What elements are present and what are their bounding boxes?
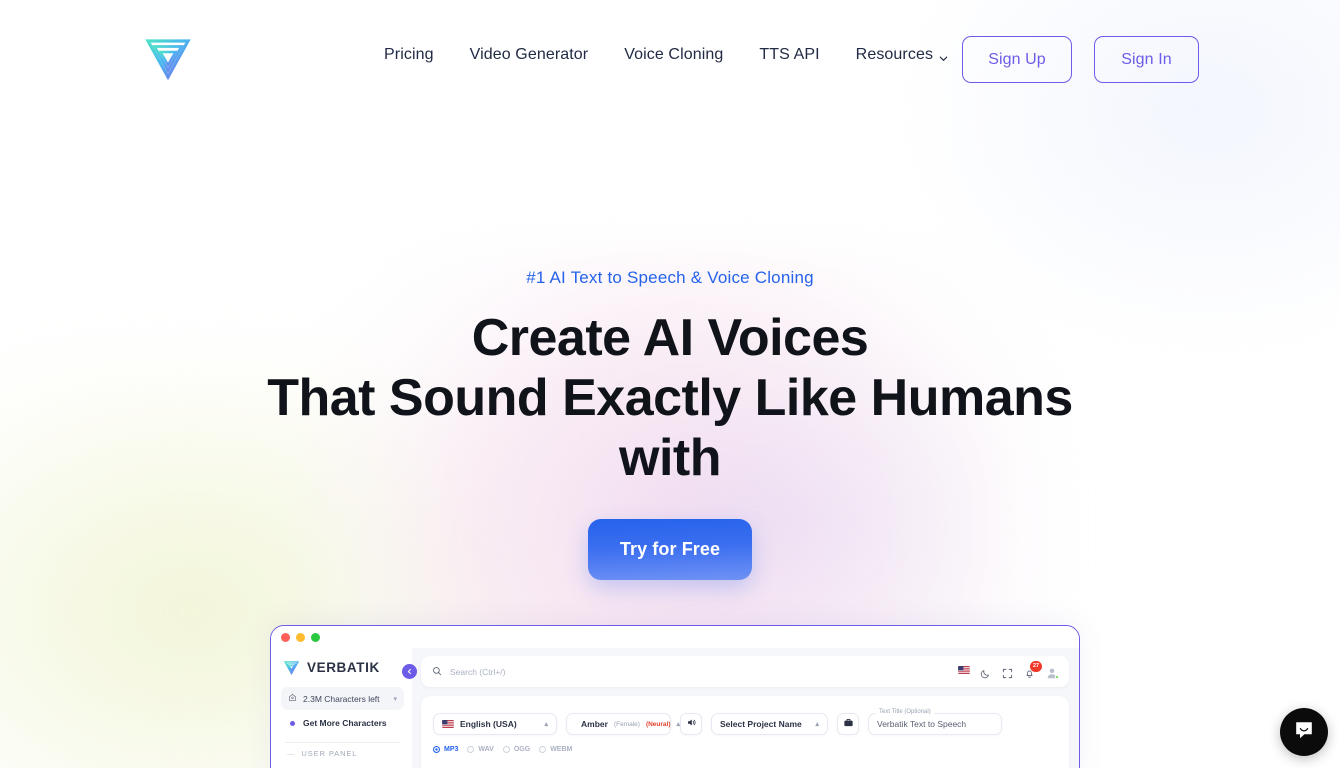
format-option-webm[interactable]: WEBM: [539, 746, 572, 753]
text-title-label: Text Title (Optional): [876, 709, 934, 715]
format-option-mp3[interactable]: MP3: [433, 746, 458, 753]
get-more-characters-label: Get More Characters: [303, 718, 387, 728]
auth-buttons: Sign Up Sign In: [962, 36, 1199, 83]
radio-icon: [433, 746, 440, 753]
nav-item-resources-label: Resources: [855, 46, 934, 63]
bullet-icon: [290, 720, 295, 726]
hero-eyebrow: #1 AI Text to Speech & Voice Cloning: [526, 268, 814, 287]
dash-icon: —: [287, 749, 296, 758]
chevron-down-icon: [938, 49, 948, 61]
tts-editor-card: English (USA) ▴ Amber (Female) (Neural) …: [421, 696, 1069, 768]
sidebar-item-get-more-characters[interactable]: Get More Characters: [281, 710, 404, 736]
project-select-value: Select Project Name: [720, 719, 802, 729]
main-nav: Pricing Video Generator Voice Cloning TT…: [384, 44, 948, 66]
verbatik-triangle-logo-icon: [142, 32, 194, 89]
nav-item-tts-api[interactable]: TTS API: [759, 44, 819, 66]
voice-name: Amber: [581, 719, 608, 729]
headline-line-3: with: [619, 429, 721, 487]
nav-item-resources[interactable]: Resources: [856, 44, 948, 66]
search-icon: [432, 663, 442, 681]
headline-line-1: Create AI Voices: [471, 309, 869, 367]
notification-badge: 27: [1030, 661, 1043, 672]
app-preview-window: VERBATIK 2.3M Characters left ▾ Get More…: [270, 625, 1080, 768]
voice-select[interactable]: Amber (Female) (Neural) ▴: [566, 713, 680, 735]
project-folder-button[interactable]: [837, 713, 859, 735]
home-badge-icon: [288, 693, 297, 704]
tts-editor-controls: English (USA) ▴ Amber (Female) (Neural) …: [433, 709, 1057, 735]
page-title: Create AI Voices That Sound Exactly Like…: [0, 308, 1340, 488]
sidebar-section-label: USER PANEL: [301, 749, 358, 758]
characters-left-label: 2.3M Characters left: [303, 693, 380, 704]
voice-gender: (Female): [613, 720, 640, 728]
window-close-icon[interactable]: [281, 632, 290, 642]
app-body: VERBATIK 2.3M Characters left ▾ Get More…: [271, 648, 1079, 768]
verbatik-triangle-logo-icon-small: [283, 659, 300, 676]
search-input[interactable]: Search (Ctrl+/): [450, 667, 506, 677]
status-dot-icon: [1055, 674, 1059, 679]
chevron-down-icon: ▾: [393, 695, 397, 703]
app-sidebar-brand[interactable]: VERBATIK: [283, 659, 404, 676]
format-option-wav[interactable]: WAV: [467, 746, 494, 753]
sidebar-collapse-button[interactable]: [402, 664, 417, 679]
text-title-input[interactable]: Text Title (Optional) Verbatik Text to S…: [868, 709, 1002, 735]
format-option-ogg[interactable]: OGG: [502, 746, 531, 753]
headline-line-2: That Sound Exactly Like Humans: [267, 369, 1073, 427]
window-maximize-icon[interactable]: [311, 632, 320, 642]
briefcase-icon: [843, 715, 854, 733]
hero-cta-wrap: Try for Free: [0, 519, 1340, 580]
voice-preview-button[interactable]: [680, 713, 702, 735]
app-main: Search (Ctrl+/) 27 English (USA) ▴ Amber…: [412, 648, 1079, 768]
voice-type: (Neural): [645, 720, 671, 728]
chat-widget-button[interactable]: [1280, 708, 1328, 756]
window-minimize-icon[interactable]: [296, 632, 305, 642]
avatar[interactable]: [1046, 666, 1059, 679]
fullscreen-icon[interactable]: [1002, 666, 1013, 679]
text-title-value: Verbatik Text to Speech: [877, 719, 967, 729]
chat-bubble-icon: [1292, 718, 1316, 747]
radio-icon: [539, 746, 547, 753]
speaker-icon: [686, 715, 697, 733]
us-flag-icon: [442, 720, 454, 728]
format-option-mp3-label: MP3: [444, 746, 459, 753]
nav-item-video-generator[interactable]: Video Generator: [470, 44, 589, 66]
window-titlebar: [271, 626, 1079, 648]
sidebar-section-user-panel: — USER PANEL: [281, 749, 404, 758]
moon-icon[interactable]: [980, 666, 991, 679]
project-select[interactable]: Select Project Name ▴: [711, 713, 828, 735]
format-option-wav-label: WAV: [478, 746, 494, 753]
chevron-up-icon: ▴: [544, 721, 548, 728]
nav-item-voice-cloning[interactable]: Voice Cloning: [624, 44, 723, 66]
radio-icon: [502, 746, 510, 753]
format-option-ogg-label: OGG: [513, 746, 531, 753]
app-sidebar: VERBATIK 2.3M Characters left ▾ Get More…: [271, 648, 417, 768]
language-select[interactable]: English (USA) ▴: [433, 713, 557, 735]
radio-icon: [467, 746, 475, 753]
sidebar-item-characters-left[interactable]: 2.3M Characters left ▾: [281, 687, 404, 710]
us-flag-icon[interactable]: [958, 666, 970, 677]
sign-in-button[interactable]: Sign In: [1094, 36, 1199, 83]
app-sidebar-brand-label: VERBATIK: [307, 660, 380, 675]
language-select-value: English (USA): [460, 719, 517, 729]
page-root: Pricing Video Generator Voice Cloning TT…: [0, 0, 1340, 768]
sign-up-button[interactable]: Sign Up: [962, 36, 1072, 83]
sidebar-divider: [285, 742, 400, 743]
output-format-radios: MP3 WAV OGG WEBM: [433, 746, 1057, 753]
app-search-bar[interactable]: Search (Ctrl+/) 27: [421, 656, 1069, 687]
app-topbar-icons: 27: [958, 661, 1059, 679]
nav-item-pricing[interactable]: Pricing: [384, 44, 434, 66]
bell-icon[interactable]: 27: [1024, 661, 1043, 678]
chevron-up-icon: ▴: [815, 721, 819, 728]
site-header: Pricing Video Generator Voice Cloning TT…: [0, 0, 1340, 120]
brand-logo[interactable]: [140, 32, 196, 88]
try-for-free-button[interactable]: Try for Free: [588, 519, 752, 580]
format-option-webm-label: WEBM: [550, 746, 573, 753]
